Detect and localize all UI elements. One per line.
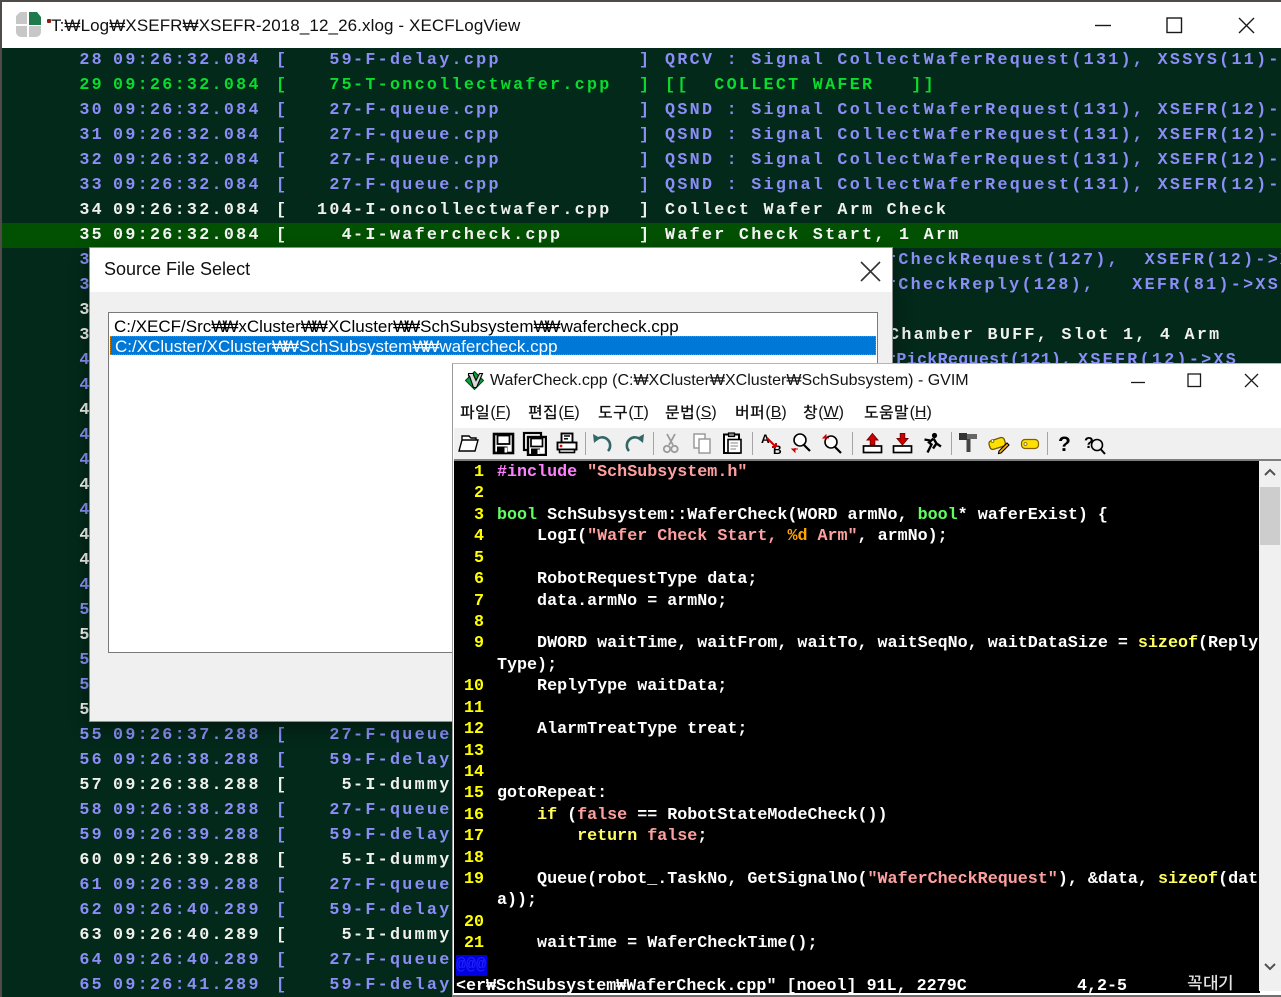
- svg-text:?: ?: [1058, 433, 1071, 456]
